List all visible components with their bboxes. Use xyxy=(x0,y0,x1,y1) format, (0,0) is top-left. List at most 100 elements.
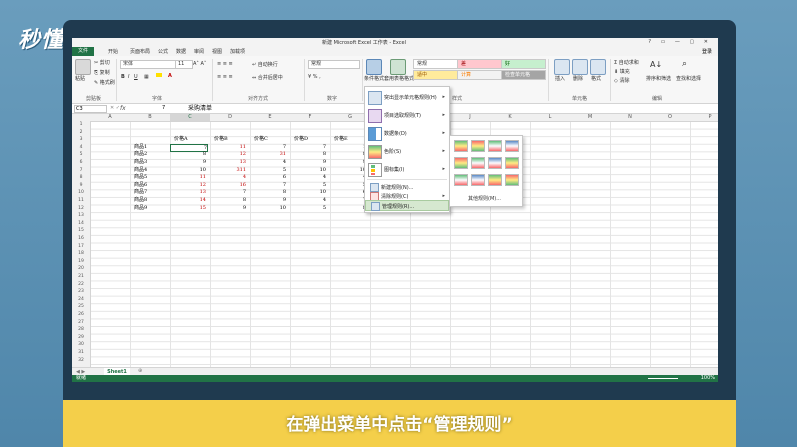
value-cell[interactable]: 9 xyxy=(170,159,206,166)
value-cell[interactable]: 5 xyxy=(330,182,366,189)
format-button[interactable]: 格式 xyxy=(591,75,601,82)
row-header-32[interactable]: 32 xyxy=(72,357,90,365)
style-neutral[interactable]: 适中 xyxy=(413,70,458,80)
value-cell[interactable]: 6 xyxy=(250,174,286,181)
copy-button[interactable]: ⎘ 复制 xyxy=(94,69,110,76)
value-cell[interactable]: 10 xyxy=(250,205,286,212)
row-header-21[interactable]: 21 xyxy=(72,273,90,281)
color-scale-swatch[interactable] xyxy=(471,140,485,152)
value-cell[interactable]: 9 xyxy=(210,205,246,212)
delete-icon[interactable] xyxy=(572,59,588,75)
menu-item-manage-rules[interactable]: 管理规则(R)... xyxy=(365,200,449,211)
format-painter-button[interactable]: ✎ 格式刷 xyxy=(94,79,115,86)
menu-item-new-rule[interactable]: 新建规则(N)... xyxy=(365,182,449,192)
product-name-cell[interactable]: 商品4 xyxy=(134,167,147,174)
value-cell[interactable]: 8 xyxy=(170,151,206,158)
product-name-cell[interactable]: 商品9 xyxy=(134,205,147,212)
cut-button[interactable]: ✂ 剪切 xyxy=(94,59,110,66)
row-header-19[interactable]: 19 xyxy=(72,258,90,266)
value-cell[interactable]: 7 xyxy=(210,189,246,196)
value-cell[interactable]: 8 xyxy=(330,151,366,158)
row-header-4[interactable]: 4 xyxy=(72,144,90,152)
font-grow-icon[interactable]: A˄ A˅ xyxy=(193,61,206,67)
product-name-cell[interactable]: 商品6 xyxy=(134,182,147,189)
table-format-icon[interactable] xyxy=(390,59,406,75)
value-cell[interactable]: 8 xyxy=(210,197,246,204)
row-header-3[interactable]: 3 xyxy=(72,136,90,144)
font-name-select[interactable]: 宋体 xyxy=(120,60,176,69)
value-cell[interactable]: 7 xyxy=(290,144,326,151)
color-scale-swatch[interactable] xyxy=(505,174,519,186)
value-cell[interactable]: 7 xyxy=(250,144,286,151)
value-cell[interactable]: 12 xyxy=(170,182,206,189)
row-header-23[interactable]: 23 xyxy=(72,288,90,296)
row-header-8[interactable]: 8 xyxy=(72,174,90,182)
sort-filter-button[interactable]: 排序和筛选 xyxy=(646,75,671,82)
zoom-level[interactable]: 100% xyxy=(701,375,715,382)
value-cell[interactable]: 13 xyxy=(170,189,206,196)
color-scale-swatch[interactable] xyxy=(488,140,502,152)
value-cell[interactable]: 15 xyxy=(170,205,206,212)
insert-button[interactable]: 插入 xyxy=(555,75,565,82)
align-top-icon[interactable]: ≡ ≡ ≡ xyxy=(217,61,233,67)
column-header-b[interactable]: B xyxy=(130,114,170,121)
formula-input[interactable]: 7 xyxy=(162,105,165,111)
color-scale-swatch[interactable] xyxy=(505,157,519,169)
row-header-24[interactable]: 24 xyxy=(72,296,90,304)
row-header-5[interactable]: 5 xyxy=(72,151,90,159)
style-bad[interactable]: 差 xyxy=(457,59,502,69)
menu-item-data-bars[interactable]: 数据条(D) ▸ xyxy=(365,125,449,141)
table-title[interactable]: 采购清单 xyxy=(188,105,212,112)
product-name-cell[interactable]: 商品3 xyxy=(134,159,147,166)
style-calc[interactable]: 计算 xyxy=(457,70,502,80)
tab-home[interactable]: 开始 xyxy=(108,48,118,55)
value-cell[interactable]: 12 xyxy=(210,151,246,158)
column-header-l[interactable]: L xyxy=(530,114,570,121)
row-header-20[interactable]: 20 xyxy=(72,265,90,273)
header-cell[interactable]: 价格C xyxy=(254,136,268,143)
row-header-14[interactable]: 14 xyxy=(72,220,90,228)
find-select-icon[interactable]: ⌕ xyxy=(682,59,687,69)
column-header-p[interactable]: P xyxy=(690,114,718,121)
autosum-button[interactable]: Σ 自动求和 xyxy=(614,59,639,66)
color-scale-swatch[interactable] xyxy=(471,174,485,186)
merge-center-button[interactable]: ⇔ 合并后居中 xyxy=(252,74,283,81)
column-header-m[interactable]: M xyxy=(570,114,610,121)
product-name-cell[interactable]: 商品8 xyxy=(134,197,147,204)
value-cell[interactable]: 5 xyxy=(290,182,326,189)
row-header-27[interactable]: 27 xyxy=(72,319,90,327)
border-icon[interactable]: ▦ xyxy=(144,74,149,80)
row-header-26[interactable]: 26 xyxy=(72,311,90,319)
value-cell[interactable]: 9 xyxy=(250,197,286,204)
color-scale-swatch[interactable] xyxy=(454,174,468,186)
fill-color-icon[interactable] xyxy=(156,73,162,77)
value-cell[interactable]: 11 xyxy=(210,144,246,151)
color-scale-swatch[interactable] xyxy=(488,157,502,169)
column-header-n[interactable]: N xyxy=(610,114,650,121)
color-scale-swatch[interactable] xyxy=(454,140,468,152)
value-cell[interactable]: 11 xyxy=(170,174,206,181)
tab-review[interactable]: 审阅 xyxy=(194,48,204,55)
underline-button[interactable]: U xyxy=(134,74,138,80)
row-header-25[interactable]: 25 xyxy=(72,303,90,311)
row-header-1[interactable]: 1 xyxy=(72,121,90,129)
font-size-select[interactable]: 11 xyxy=(175,60,193,69)
tab-addins[interactable]: 加载项 xyxy=(230,48,245,55)
value-cell[interactable]: 8 xyxy=(250,189,286,196)
value-cell[interactable]: 31 xyxy=(250,151,286,158)
currency-icon[interactable]: ¥ % , xyxy=(308,74,321,80)
row-header-31[interactable]: 31 xyxy=(72,349,90,357)
sort-filter-icon[interactable]: A↓ xyxy=(650,60,662,69)
product-name-cell[interactable]: 商品7 xyxy=(134,189,147,196)
value-cell[interactable]: 8 xyxy=(330,205,366,212)
more-rules-link[interactable]: 其他规则(M)... xyxy=(468,195,501,202)
column-header-j[interactable]: J xyxy=(450,114,490,121)
row-header-12[interactable]: 12 xyxy=(72,205,90,213)
header-cell[interactable]: 价格E xyxy=(334,136,348,143)
menu-item-highlight-rules[interactable]: 突出显示单元格规则(H) ▸ xyxy=(365,89,449,105)
column-header-d[interactable]: D xyxy=(210,114,250,121)
clear-button[interactable]: ◇ 清除 xyxy=(614,77,629,84)
row-header-7[interactable]: 7 xyxy=(72,167,90,175)
cancel-enter-icons[interactable]: ✕ ✓ xyxy=(110,105,120,111)
row-header-18[interactable]: 18 xyxy=(72,250,90,258)
